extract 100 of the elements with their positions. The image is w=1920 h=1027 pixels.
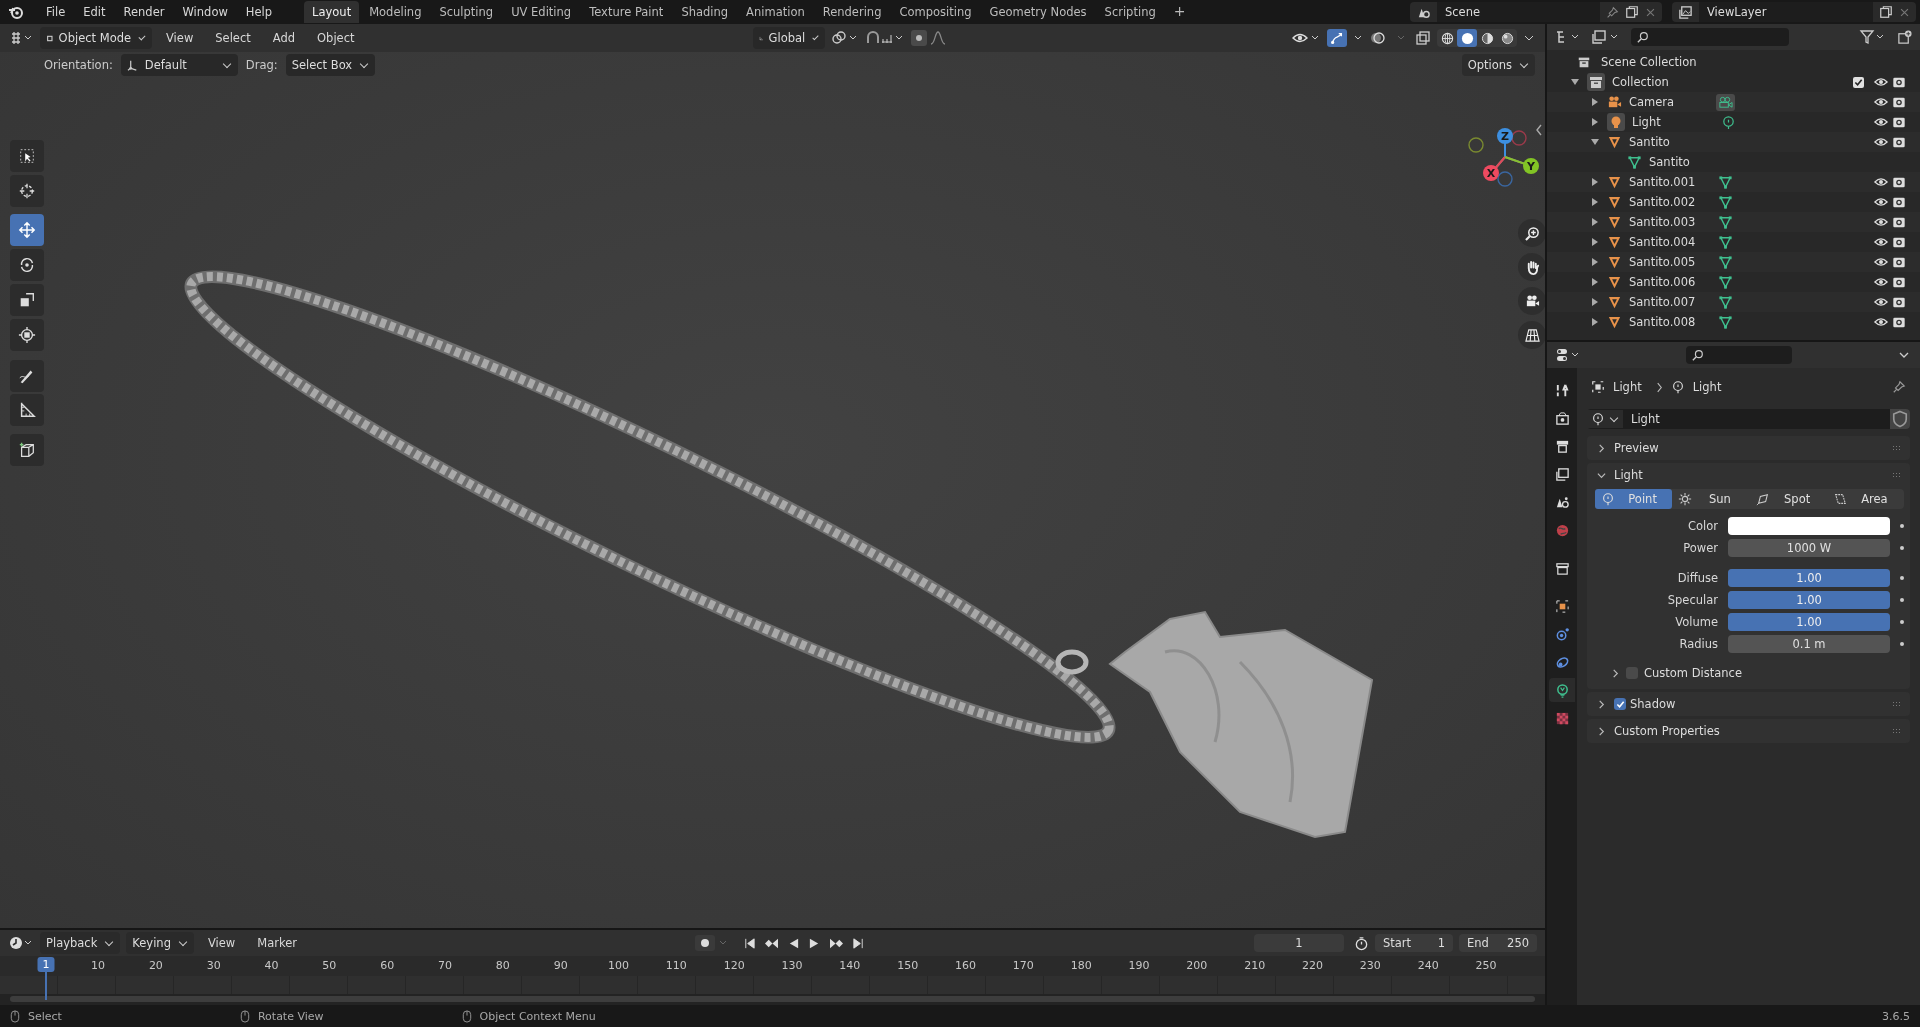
fake-user-shield-icon[interactable] [1890, 409, 1910, 429]
next-keyframe-icon[interactable] [828, 936, 844, 950]
scale-tool[interactable] [10, 284, 44, 316]
timeline-menu[interactable]: Marker [249, 934, 305, 952]
light-type-button[interactable]: Area [1826, 489, 1904, 509]
outliner-item[interactable]: Collection [1612, 75, 1688, 89]
render-camera-icon[interactable] [1892, 255, 1906, 269]
workspace-tab[interactable]: Rendering [814, 1, 890, 23]
select-tool[interactable] [10, 140, 44, 172]
menu-item[interactable]: Help [237, 3, 281, 21]
expand-arrow[interactable] [1591, 218, 1599, 226]
mesh-data-icon[interactable] [1717, 254, 1733, 270]
render-camera-icon[interactable] [1892, 75, 1906, 89]
keyframe-dot-icon[interactable] [1900, 524, 1904, 528]
menu-item[interactable]: File [38, 3, 74, 21]
render-camera-icon[interactable] [1892, 215, 1906, 229]
expand-arrow[interactable] [1591, 258, 1599, 266]
eye-icon[interactable] [1874, 215, 1888, 229]
editor-type-icon[interactable] [1555, 29, 1581, 45]
menu-item[interactable]: Select [207, 29, 259, 47]
eye-icon[interactable] [1874, 275, 1888, 289]
move-tool[interactable] [10, 214, 44, 246]
workspace-tab[interactable]: Geometry Nodes [981, 1, 1095, 23]
outliner-item[interactable]: Santito.001 [1629, 175, 1705, 189]
outliner-item[interactable]: Santito.003 [1629, 215, 1705, 229]
mesh-data-icon[interactable] [1717, 214, 1733, 230]
outliner-item[interactable]: Santito [1649, 155, 1725, 169]
annotate-tool[interactable] [10, 360, 44, 392]
color-swatch[interactable] [1728, 517, 1890, 535]
outliner-item[interactable]: Santito [1629, 135, 1705, 149]
keyframe-dot-icon[interactable] [1900, 642, 1904, 646]
cursor-tool[interactable] [10, 175, 44, 207]
play-icon[interactable] [807, 936, 821, 950]
workspace-tab[interactable]: Modeling [361, 1, 430, 23]
current-frame-field[interactable]: 1 [1254, 934, 1344, 952]
workspace-tab[interactable]: Animation [738, 1, 813, 23]
eye-icon[interactable] [1874, 175, 1888, 189]
menu-item[interactable]: View [158, 29, 202, 47]
end-frame-field[interactable]: End 250 [1459, 934, 1537, 952]
mode-dropdown[interactable]: Object Mode [40, 27, 152, 49]
render-camera-icon[interactable] [1892, 235, 1906, 249]
value-slider[interactable]: 1.00 [1728, 569, 1890, 587]
solid-shading-button[interactable] [1457, 29, 1477, 47]
light-panel-header[interactable]: Light [1587, 463, 1910, 487]
eye-icon[interactable] [1874, 75, 1888, 89]
editor-type-icon[interactable] [10, 30, 34, 46]
clock-icon[interactable] [8, 935, 34, 951]
previous-keyframe-icon[interactable] [763, 936, 779, 950]
drag-dropdown[interactable]: Select Box [285, 54, 376, 76]
gizmo-toggle[interactable] [1327, 29, 1347, 47]
scene-name[interactable]: Scene [1437, 2, 1600, 22]
start-frame-field[interactable]: Start 1 [1375, 934, 1453, 952]
menu-item[interactable]: Object [309, 29, 363, 47]
expand-arrow[interactable] [1591, 198, 1599, 206]
workspace-tab[interactable]: Shading [673, 1, 737, 23]
render-camera-icon[interactable] [1892, 315, 1906, 329]
new-collection-icon[interactable] [1897, 29, 1912, 45]
workspace-tab[interactable]: Compositing [891, 1, 980, 23]
view-layer-name[interactable]: ViewLayer [1699, 2, 1873, 22]
keyframe-dot-icon[interactable] [1900, 546, 1904, 550]
workspace-tab[interactable]: Layout [304, 1, 360, 23]
expand-arrow[interactable] [1591, 98, 1599, 106]
value-slider[interactable]: 1.00 [1728, 613, 1890, 631]
pin-icon[interactable] [1892, 380, 1906, 394]
menu-item[interactable]: Render [115, 3, 173, 21]
expand-arrow[interactable] [1591, 138, 1599, 146]
workspace-tab[interactable]: Sculpting [431, 1, 502, 23]
stopwatch-icon[interactable] [1354, 935, 1369, 951]
outliner-item[interactable]: Light [1632, 115, 1708, 129]
eye-icon[interactable] [1874, 255, 1888, 269]
outliner-item[interactable]: Santito.006 [1629, 275, 1705, 289]
render-camera-icon[interactable] [1892, 135, 1906, 149]
number-field[interactable]: 1000 W [1728, 539, 1890, 557]
outliner-item[interactable]: Santito.002 [1629, 195, 1705, 209]
menu-item[interactable]: Window [174, 3, 236, 21]
eye-icon[interactable] [1874, 115, 1888, 129]
mesh-data-icon[interactable] [1717, 274, 1733, 290]
snap-icon[interactable] [865, 30, 905, 46]
light-type-button[interactable]: Spot [1749, 489, 1827, 509]
eye-icon[interactable] [1874, 135, 1888, 149]
render-camera-icon[interactable] [1892, 275, 1906, 289]
eye-icon[interactable] [1874, 295, 1888, 309]
transform-orientation-dropdown[interactable]: Global [753, 27, 825, 49]
expand-arrow[interactable] [1591, 238, 1599, 246]
value-slider[interactable]: 1.00 [1728, 591, 1890, 609]
eye-icon[interactable] [1874, 315, 1888, 329]
custom-properties-panel-header[interactable]: Custom Properties [1587, 719, 1910, 743]
render-camera-icon[interactable] [1892, 295, 1906, 309]
shadow-panel-header[interactable]: Shadow [1587, 692, 1910, 716]
outliner-item[interactable]: Santito.007 [1629, 295, 1705, 309]
mesh-data-icon[interactable] [1717, 234, 1733, 250]
scrollbar[interactable] [10, 996, 1535, 1002]
expand-arrow[interactable] [1591, 178, 1599, 186]
outliner-item[interactable]: Santito.008 [1629, 315, 1705, 329]
close-icon[interactable] [1645, 6, 1656, 18]
camera-view-button[interactable] [1518, 287, 1545, 315]
jump-start-icon[interactable] [742, 936, 756, 950]
close-icon[interactable] [1899, 6, 1910, 18]
expand-arrow[interactable] [1591, 318, 1599, 326]
eye-icon[interactable] [1874, 195, 1888, 209]
